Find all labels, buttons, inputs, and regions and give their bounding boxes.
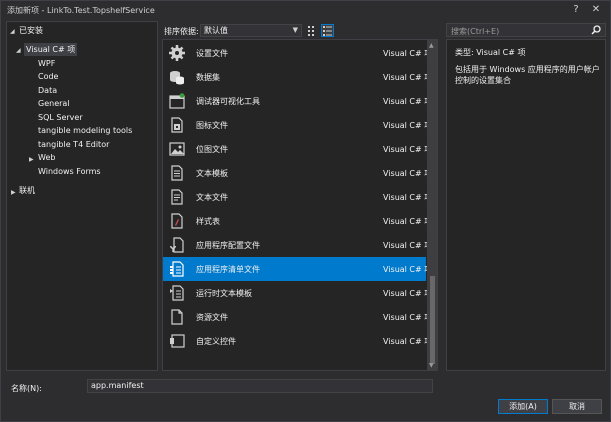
list-item[interactable]: 运行时文本模板 Visual C# 项 [163, 281, 432, 305]
item-name: 资源文件 [196, 313, 228, 322]
tree-item-wpf[interactable]: WPF [38, 57, 55, 70]
runtime-template-icon [170, 285, 184, 301]
tree-installed[interactable]: 已安装 [19, 24, 43, 37]
item-name: 图标文件 [196, 121, 228, 130]
item-type: Visual C# 项 [383, 97, 433, 106]
expand-arrow-icon[interactable]: ▶ [29, 156, 34, 163]
add-button[interactable]: 添加(A) [498, 399, 548, 414]
list-item-selected[interactable]: 应用程序清单文件 Visual C# 项 [163, 257, 432, 281]
item-type: Visual C# 项 [383, 73, 433, 82]
category-tree: ◢ 已安装 ◢ Visual C# 项 WPF Code Data Genera… [6, 21, 158, 371]
item-type-label: 类型: Visual C# 项 [455, 48, 526, 57]
tree-item-tangible-modeling[interactable]: tangible modeling tools [38, 124, 132, 137]
item-name: 数据集 [196, 73, 220, 82]
close-button[interactable]: ✕ [587, 4, 605, 17]
list-scrollbar[interactable]: ▲ ▼ [427, 40, 437, 370]
name-input[interactable]: app.manifest [87, 379, 433, 393]
dataset-icon [170, 71, 184, 85]
item-type: Visual C# 项 [383, 49, 433, 58]
item-type: Visual C# 项 [383, 313, 433, 322]
grid-view-button[interactable] [306, 24, 319, 37]
stylesheet-icon [171, 213, 183, 229]
tree-item-sql-server[interactable]: SQL Server [38, 111, 83, 124]
custom-control-icon [170, 334, 185, 348]
tree-item-windows-forms[interactable]: Windows Forms [38, 165, 101, 178]
item-name: 文本模板 [196, 169, 228, 178]
add-new-item-dialog: 添加新项 - LinkTo.Test.TopshelfService ? ✕ ◢… [0, 0, 611, 422]
item-type: Visual C# 项 [383, 217, 433, 226]
tree-item-code[interactable]: Code [38, 70, 58, 83]
title-bar: 添加新项 - LinkTo.Test.TopshelfService ? ✕ [1, 1, 610, 20]
list-item[interactable]: 文本模板 Visual C# 项 [163, 161, 432, 185]
collapse-arrow-icon[interactable]: ◢ [16, 47, 21, 54]
search-placeholder: 搜索(Ctrl+E) [451, 27, 500, 36]
item-name: 设置文件 [196, 49, 228, 58]
icon-file-icon [171, 117, 183, 133]
tree-online[interactable]: 联机 [19, 184, 35, 197]
config-file-icon [170, 237, 184, 253]
visualizer-icon [169, 93, 185, 109]
manifest-icon [170, 261, 184, 277]
list-item[interactable]: 设置文件 Visual C# 项 [163, 41, 432, 65]
list-view-icon [323, 26, 332, 36]
collapse-arrow-icon[interactable]: ◢ [10, 28, 15, 35]
item-name: 应用程序清单文件 [196, 265, 260, 274]
name-label: 名称(N): [11, 384, 42, 393]
search-icon[interactable] [590, 25, 602, 36]
item-type: Visual C# 项 [383, 289, 433, 298]
tree-visual-csharp[interactable]: Visual C# 项 [24, 43, 78, 56]
item-name: 应用程序配置文件 [196, 241, 260, 250]
list-item[interactable]: 调试器可视化工具 Visual C# 项 [163, 89, 432, 113]
gear-icon [169, 45, 185, 61]
scroll-up-icon[interactable]: ▲ [429, 42, 434, 49]
search-input[interactable]: 搜索(Ctrl+E) [446, 23, 606, 37]
list-item[interactable]: 数据集 Visual C# 项 [163, 65, 432, 89]
scrollbar-thumb[interactable] [430, 276, 435, 364]
item-name: 调试器可视化工具 [196, 97, 260, 106]
sort-select[interactable]: 默认值 ▼ [200, 24, 302, 37]
item-name: 运行时文本模板 [196, 289, 252, 298]
list-item[interactable]: 资源文件 Visual C# 项 [163, 305, 432, 329]
grid-view-icon [308, 26, 314, 36]
list-item[interactable]: 应用程序配置文件 Visual C# 项 [163, 233, 432, 257]
window-title: 添加新项 - LinkTo.Test.TopshelfService [7, 6, 155, 15]
item-type: Visual C# 项 [383, 145, 433, 154]
list-item[interactable]: 自定义控件 Visual C# 项 [163, 329, 432, 353]
item-type: Visual C# 项 [383, 265, 433, 274]
scroll-down-icon[interactable]: ▼ [429, 362, 434, 369]
bitmap-icon [169, 142, 185, 156]
list-item[interactable]: 文本文件 Visual C# 项 [163, 185, 432, 209]
list-item[interactable]: 图标文件 Visual C# 项 [163, 113, 432, 137]
item-type: Visual C# 项 [383, 193, 433, 202]
item-type: Visual C# 项 [383, 337, 433, 346]
resource-file-icon [171, 309, 183, 325]
expand-arrow-icon[interactable]: ▶ [11, 189, 16, 196]
template-list: 设置文件 Visual C# 项 数据集 Visual C# 项 调试器可视化工… [162, 39, 438, 371]
list-item[interactable]: 位图文件 Visual C# 项 [163, 137, 432, 161]
tree-item-web[interactable]: Web [38, 151, 55, 164]
cancel-button[interactable]: 取消 [552, 399, 602, 414]
text-template-icon [171, 165, 183, 181]
item-name: 自定义控件 [196, 337, 236, 346]
tree-item-general[interactable]: General [38, 97, 70, 110]
tree-item-tangible-t4[interactable]: tangible T4 Editor [38, 138, 109, 151]
chevron-down-icon: ▼ [292, 26, 298, 34]
item-type: Visual C# 项 [383, 121, 433, 130]
text-file-icon [171, 189, 183, 205]
sort-toolbar: 排序依据: 默认值 ▼ [162, 23, 438, 39]
sort-value: 默认值 [204, 26, 228, 35]
item-name: 样式表 [196, 217, 220, 226]
sort-label: 排序依据: [164, 27, 199, 36]
list-view-button[interactable] [321, 24, 334, 37]
list-item[interactable]: 样式表 Visual C# 项 [163, 209, 432, 233]
tree-item-data[interactable]: Data [38, 84, 57, 97]
help-button[interactable]: ? [567, 4, 585, 17]
item-description: 包括用于 Windows 应用程序的用户帐户控制的设置集合 [455, 65, 600, 85]
item-type: Visual C# 项 [383, 169, 433, 178]
item-type: Visual C# 项 [383, 241, 433, 250]
details-panel: 类型: Visual C# 项 包括用于 Windows 应用程序的用户帐户控制… [446, 39, 606, 371]
item-name: 文本文件 [196, 193, 228, 202]
item-name: 位图文件 [196, 145, 228, 154]
